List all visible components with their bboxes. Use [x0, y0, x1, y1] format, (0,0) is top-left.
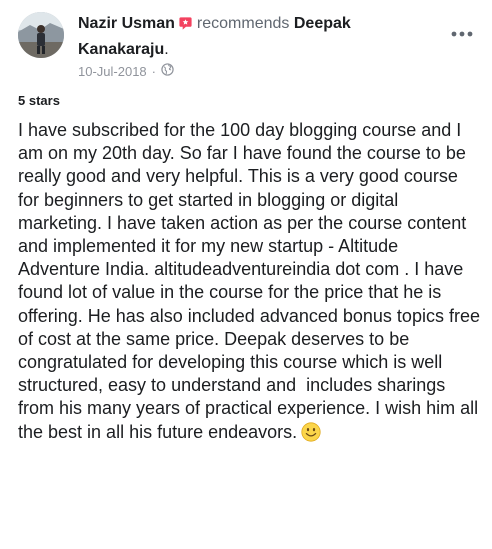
review-text: I have subscribed for the 100 day bloggi… [18, 120, 485, 442]
headline: Nazir Usman recommends Deepak Kanakaraju. [78, 12, 418, 61]
recommends-text: recommends [196, 15, 290, 32]
target-suffix: . [164, 41, 169, 58]
recommendation-post: Nazir Usman recommends Deepak Kanakaraju.… [0, 0, 492, 549]
rating-label: 5 stars [18, 93, 60, 108]
author-name[interactable]: Nazir Usman [78, 15, 175, 32]
post-date[interactable]: 10-Jul-2018 [78, 64, 147, 80]
recommend-icon [178, 15, 193, 38]
review-body: I have subscribed for the 100 day bloggi… [18, 119, 480, 448]
smiley-icon [301, 422, 321, 448]
avatar-photo [18, 12, 64, 58]
post-meta: 10-Jul-2018 · [78, 63, 418, 80]
globe-icon [161, 63, 174, 80]
meta-separator: · [151, 63, 156, 79]
post-heading: Nazir Usman recommends Deepak Kanakaraju.… [78, 12, 418, 80]
more-options-icon[interactable] [450, 26, 474, 42]
post-header: Nazir Usman recommends Deepak Kanakaraju.… [18, 12, 478, 86]
author-avatar[interactable] [18, 12, 64, 58]
